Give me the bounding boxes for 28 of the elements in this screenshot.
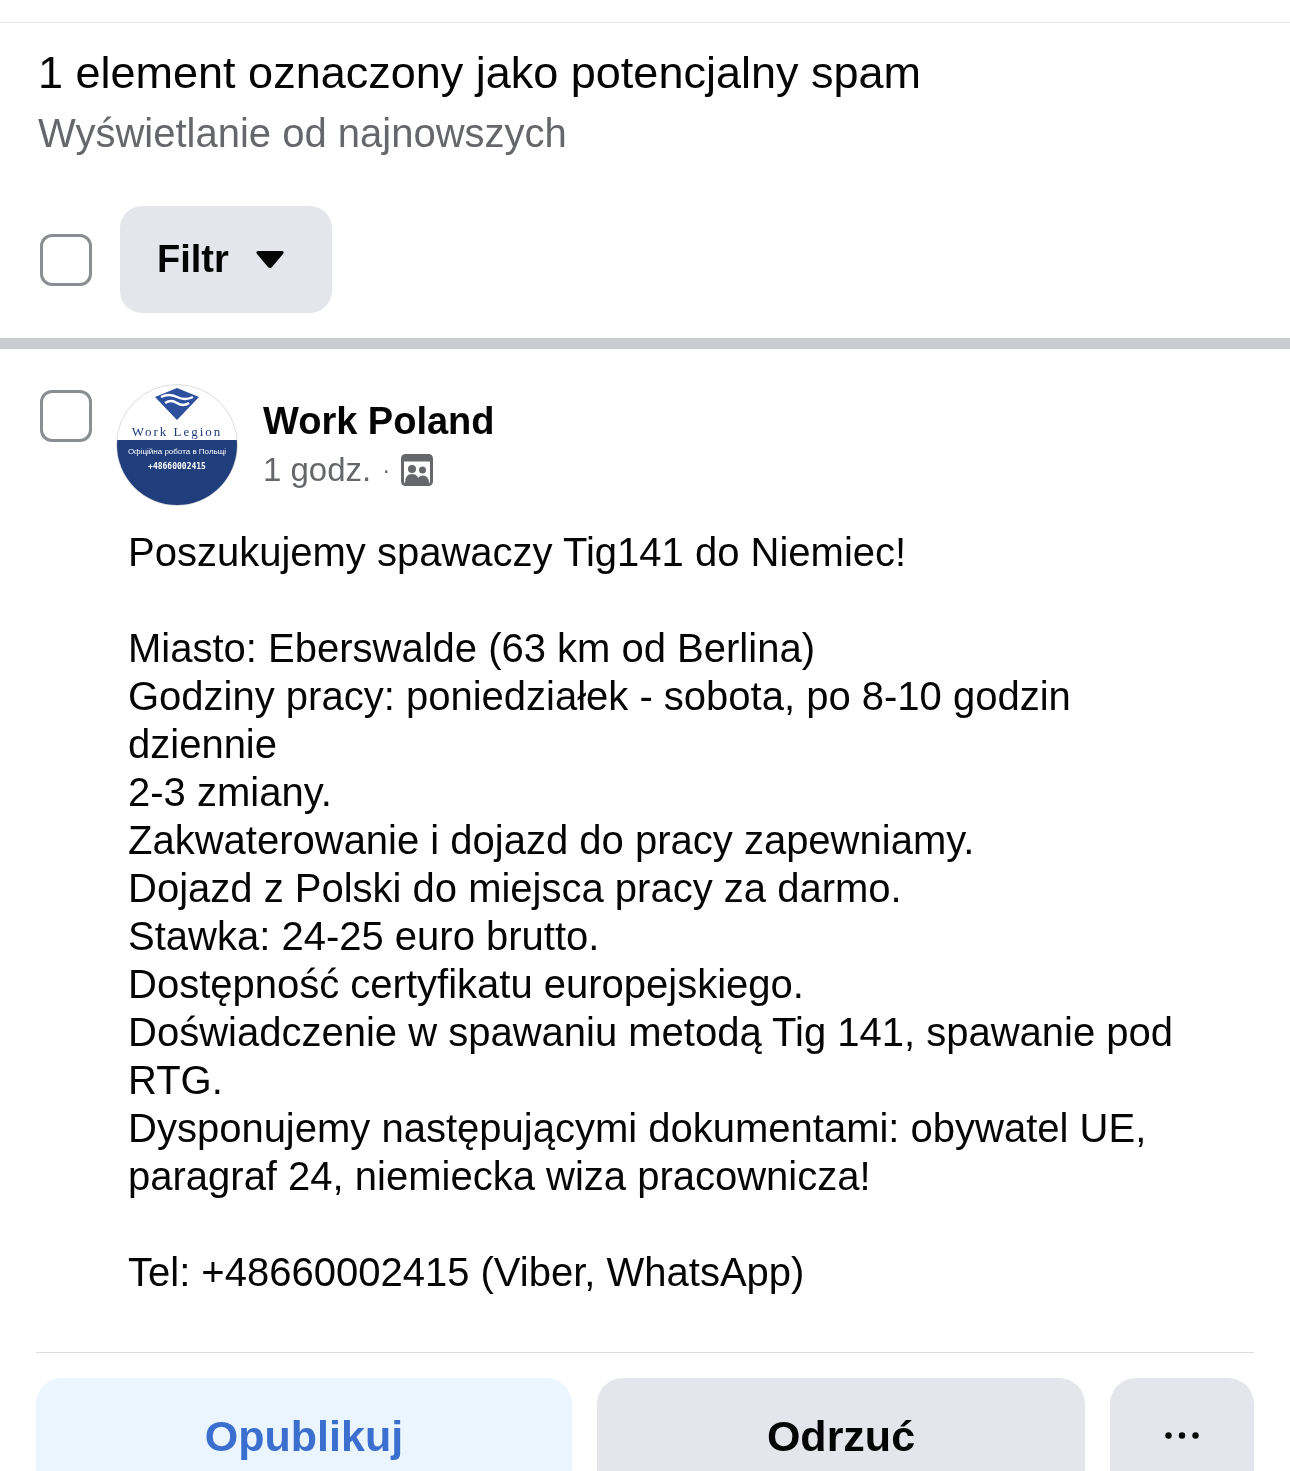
post-text: Doświadczenie w spawaniu metodą Tig 141, spawanie pod RTG. — [128, 1009, 1175, 1104]
page-title: 1 element oznaczony jako potencjalny spam — [38, 49, 921, 97]
wave-emblem-icon — [153, 388, 201, 420]
reject-button[interactable]: Odrzuć — [597, 1378, 1085, 1471]
more-icon — [1165, 1432, 1199, 1439]
checkbox[interactable] — [40, 233, 92, 286]
post-text: Miasto: Eberswalde (63 km od Berlina) — [128, 625, 816, 672]
post-text: 2-3 zmiany. — [128, 769, 333, 816]
author-name[interactable]: Work Poland — [263, 398, 495, 444]
post-time[interactable]: 1 godz. — [263, 450, 372, 490]
filter-button[interactable]: Filtr — [120, 206, 332, 313]
logo-tagline: Офіційна робота в Польщі — [127, 447, 227, 457]
logo-phone: +48660002415 — [148, 462, 206, 472]
post-text: Dostępność certyfikatu europejskiego. — [128, 961, 805, 1008]
post-text: Stawka: 24-25 euro brutto. — [128, 913, 601, 960]
publish-button[interactable]: Opublikuj — [36, 1378, 572, 1471]
post-text: Godziny pracy: poniedziałek - sobota, po 8-10 godzin dziennie — [128, 673, 1072, 768]
post-text: Dojazd z Polski do miejsca pracy za darmo. — [128, 865, 903, 912]
people-icon — [401, 454, 434, 486]
separator-dot: · — [382, 455, 391, 485]
post-text: Zakwaterowanie i dojazd do pracy zapewniamy. — [128, 817, 976, 864]
caret-icon — [254, 250, 285, 269]
post-text: Dysponujemy następującymi dokumentami: obywatel UE, paragraf 24, niemiecka wiza pracownicza! — [128, 1105, 1148, 1200]
post-text: Tel: +48660002415 (Viber, WhatsApp) — [128, 1249, 806, 1296]
checkbox[interactable] — [40, 390, 92, 442]
post-text: Poszukujemy spawaczy Tig141 do Niemiec! — [128, 529, 908, 576]
sort-subtitle: Wyświetlanie od najnowszych — [38, 111, 567, 155]
logo-name: Work Legion — [131, 424, 223, 440]
